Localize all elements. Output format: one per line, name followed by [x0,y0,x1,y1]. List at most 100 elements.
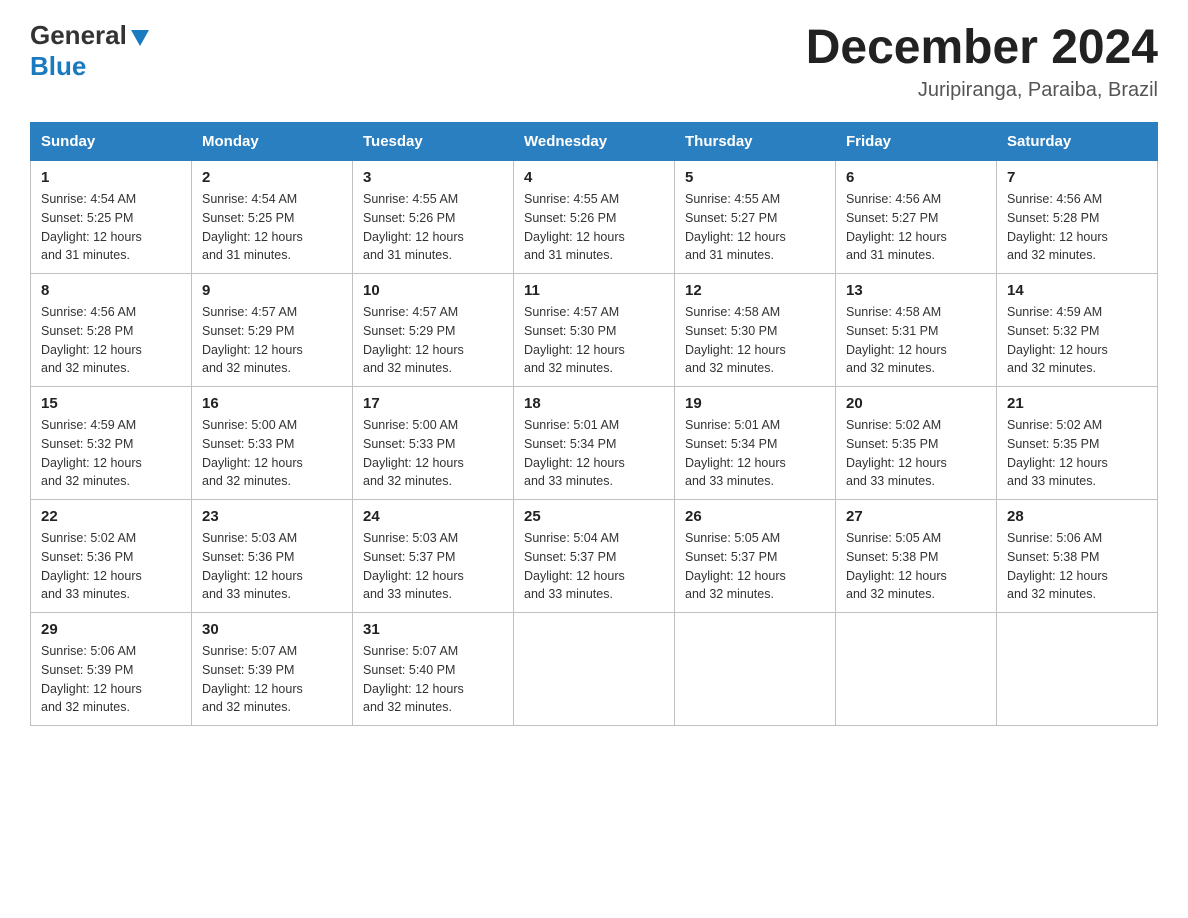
day-info: Sunrise: 4:56 AMSunset: 5:27 PMDaylight:… [846,192,947,262]
day-info: Sunrise: 4:58 AMSunset: 5:31 PMDaylight:… [846,305,947,375]
calendar-header: Sunday Monday Tuesday Wednesday Thursday… [31,123,1158,161]
calendar-cell [997,613,1158,726]
day-number: 27 [846,508,986,525]
day-number: 15 [41,395,181,412]
day-info: Sunrise: 5:01 AMSunset: 5:34 PMDaylight:… [524,418,625,488]
day-info: Sunrise: 4:57 AMSunset: 5:29 PMDaylight:… [363,305,464,375]
calendar-week-5: 29 Sunrise: 5:06 AMSunset: 5:39 PMDaylig… [31,613,1158,726]
calendar-body: 1 Sunrise: 4:54 AMSunset: 5:25 PMDayligh… [31,161,1158,726]
day-info: Sunrise: 5:06 AMSunset: 5:39 PMDaylight:… [41,644,142,714]
day-info: Sunrise: 4:55 AMSunset: 5:27 PMDaylight:… [685,192,786,262]
calendar-week-2: 8 Sunrise: 4:56 AMSunset: 5:28 PMDayligh… [31,274,1158,387]
calendar-cell: 5 Sunrise: 4:55 AMSunset: 5:27 PMDayligh… [675,161,836,274]
calendar-cell: 1 Sunrise: 4:54 AMSunset: 5:25 PMDayligh… [31,161,192,274]
day-number: 10 [363,282,503,299]
day-number: 19 [685,395,825,412]
day-number: 23 [202,508,342,525]
col-monday: Monday [192,123,353,161]
calendar-week-1: 1 Sunrise: 4:54 AMSunset: 5:25 PMDayligh… [31,161,1158,274]
page-header: General Blue December 2024 Juripiranga, … [30,20,1158,102]
day-number: 11 [524,282,664,299]
day-info: Sunrise: 5:02 AMSunset: 5:35 PMDaylight:… [846,418,947,488]
day-number: 26 [685,508,825,525]
day-info: Sunrise: 4:57 AMSunset: 5:29 PMDaylight:… [202,305,303,375]
day-number: 7 [1007,169,1147,186]
day-number: 21 [1007,395,1147,412]
logo: General Blue [30,20,151,82]
calendar-cell [836,613,997,726]
calendar-cell: 26 Sunrise: 5:05 AMSunset: 5:37 PMDaylig… [675,500,836,613]
day-number: 29 [41,621,181,638]
calendar-cell: 9 Sunrise: 4:57 AMSunset: 5:29 PMDayligh… [192,274,353,387]
day-info: Sunrise: 5:03 AMSunset: 5:37 PMDaylight:… [363,531,464,601]
col-tuesday: Tuesday [353,123,514,161]
calendar-cell: 15 Sunrise: 4:59 AMSunset: 5:32 PMDaylig… [31,387,192,500]
day-info: Sunrise: 5:02 AMSunset: 5:36 PMDaylight:… [41,531,142,601]
day-info: Sunrise: 5:05 AMSunset: 5:38 PMDaylight:… [846,531,947,601]
day-number: 25 [524,508,664,525]
calendar-cell: 21 Sunrise: 5:02 AMSunset: 5:35 PMDaylig… [997,387,1158,500]
calendar-cell: 19 Sunrise: 5:01 AMSunset: 5:34 PMDaylig… [675,387,836,500]
day-info: Sunrise: 4:56 AMSunset: 5:28 PMDaylight:… [41,305,142,375]
calendar-cell: 27 Sunrise: 5:05 AMSunset: 5:38 PMDaylig… [836,500,997,613]
calendar-cell: 24 Sunrise: 5:03 AMSunset: 5:37 PMDaylig… [353,500,514,613]
day-info: Sunrise: 5:02 AMSunset: 5:35 PMDaylight:… [1007,418,1108,488]
day-number: 16 [202,395,342,412]
day-number: 5 [685,169,825,186]
day-info: Sunrise: 4:55 AMSunset: 5:26 PMDaylight:… [363,192,464,262]
title-section: December 2024 Juripiranga, Paraiba, Braz… [806,20,1158,102]
day-number: 24 [363,508,503,525]
calendar-cell: 18 Sunrise: 5:01 AMSunset: 5:34 PMDaylig… [514,387,675,500]
month-title: December 2024 [806,20,1158,75]
calendar-cell: 16 Sunrise: 5:00 AMSunset: 5:33 PMDaylig… [192,387,353,500]
day-number: 22 [41,508,181,525]
day-number: 20 [846,395,986,412]
day-number: 17 [363,395,503,412]
calendar-cell: 23 Sunrise: 5:03 AMSunset: 5:36 PMDaylig… [192,500,353,613]
calendar-table: Sunday Monday Tuesday Wednesday Thursday… [30,122,1158,726]
calendar-cell: 10 Sunrise: 4:57 AMSunset: 5:29 PMDaylig… [353,274,514,387]
calendar-week-3: 15 Sunrise: 4:59 AMSunset: 5:32 PMDaylig… [31,387,1158,500]
calendar-week-4: 22 Sunrise: 5:02 AMSunset: 5:36 PMDaylig… [31,500,1158,613]
day-number: 1 [41,169,181,186]
calendar-cell: 17 Sunrise: 5:00 AMSunset: 5:33 PMDaylig… [353,387,514,500]
calendar-cell: 3 Sunrise: 4:55 AMSunset: 5:26 PMDayligh… [353,161,514,274]
calendar-cell [675,613,836,726]
day-number: 12 [685,282,825,299]
logo-arrow-icon [129,26,151,48]
day-info: Sunrise: 5:03 AMSunset: 5:36 PMDaylight:… [202,531,303,601]
day-number: 28 [1007,508,1147,525]
calendar-cell [514,613,675,726]
header-row: Sunday Monday Tuesday Wednesday Thursday… [31,123,1158,161]
calendar-cell: 29 Sunrise: 5:06 AMSunset: 5:39 PMDaylig… [31,613,192,726]
day-number: 3 [363,169,503,186]
calendar-cell: 4 Sunrise: 4:55 AMSunset: 5:26 PMDayligh… [514,161,675,274]
calendar-cell: 31 Sunrise: 5:07 AMSunset: 5:40 PMDaylig… [353,613,514,726]
logo-blue-text: Blue [30,51,86,81]
calendar-cell: 6 Sunrise: 4:56 AMSunset: 5:27 PMDayligh… [836,161,997,274]
day-number: 2 [202,169,342,186]
calendar-cell: 14 Sunrise: 4:59 AMSunset: 5:32 PMDaylig… [997,274,1158,387]
day-info: Sunrise: 4:57 AMSunset: 5:30 PMDaylight:… [524,305,625,375]
day-number: 13 [846,282,986,299]
day-info: Sunrise: 4:55 AMSunset: 5:26 PMDaylight:… [524,192,625,262]
col-wednesday: Wednesday [514,123,675,161]
day-info: Sunrise: 5:07 AMSunset: 5:39 PMDaylight:… [202,644,303,714]
col-saturday: Saturday [997,123,1158,161]
logo-general-text: General [30,20,127,51]
calendar-cell: 30 Sunrise: 5:07 AMSunset: 5:39 PMDaylig… [192,613,353,726]
calendar-cell: 11 Sunrise: 4:57 AMSunset: 5:30 PMDaylig… [514,274,675,387]
day-number: 8 [41,282,181,299]
calendar-cell: 12 Sunrise: 4:58 AMSunset: 5:30 PMDaylig… [675,274,836,387]
calendar-cell: 28 Sunrise: 5:06 AMSunset: 5:38 PMDaylig… [997,500,1158,613]
day-info: Sunrise: 4:58 AMSunset: 5:30 PMDaylight:… [685,305,786,375]
day-info: Sunrise: 4:59 AMSunset: 5:32 PMDaylight:… [41,418,142,488]
day-info: Sunrise: 5:07 AMSunset: 5:40 PMDaylight:… [363,644,464,714]
day-info: Sunrise: 5:05 AMSunset: 5:37 PMDaylight:… [685,531,786,601]
calendar-cell: 20 Sunrise: 5:02 AMSunset: 5:35 PMDaylig… [836,387,997,500]
day-number: 30 [202,621,342,638]
calendar-cell: 2 Sunrise: 4:54 AMSunset: 5:25 PMDayligh… [192,161,353,274]
day-info: Sunrise: 5:06 AMSunset: 5:38 PMDaylight:… [1007,531,1108,601]
calendar-cell: 8 Sunrise: 4:56 AMSunset: 5:28 PMDayligh… [31,274,192,387]
col-sunday: Sunday [31,123,192,161]
